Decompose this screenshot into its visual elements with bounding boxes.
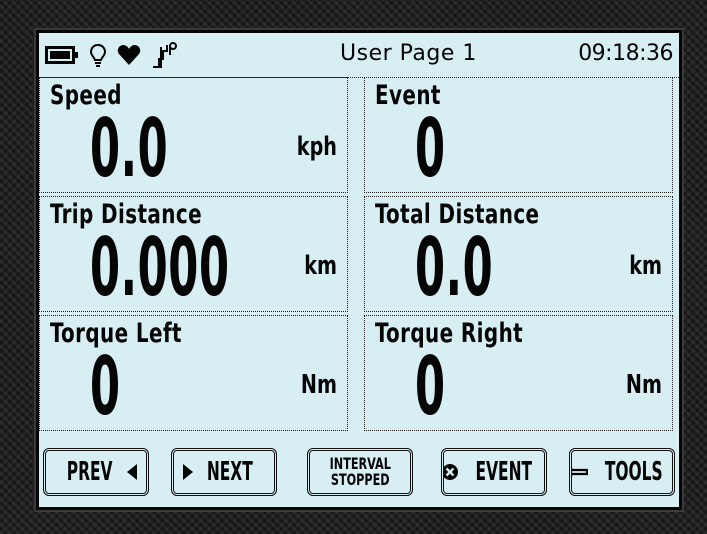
prev-button[interactable]: PREV: [43, 448, 149, 496]
interval-line-2: STOPPED: [330, 470, 390, 489]
tools-button-label: TOOLS: [605, 457, 663, 487]
field-unit: km: [629, 251, 662, 281]
next-button-label: NEXT: [207, 457, 253, 487]
field-unit: kph: [296, 132, 337, 162]
field-unit: km: [304, 251, 337, 281]
field-value: 0.0: [90, 102, 169, 193]
prev-button-content: PREV: [55, 457, 137, 487]
triangle-left-icon: [126, 464, 137, 480]
circle-x-icon: [444, 464, 459, 480]
triangle-right-icon: [183, 464, 194, 480]
field-value: 0: [415, 102, 446, 193]
field-trip-distance[interactable]: Trip Distance 0.000 km: [39, 196, 348, 312]
tools-button[interactable]: TOOLS: [569, 448, 675, 496]
next-button[interactable]: NEXT: [171, 448, 277, 496]
field-value: 0.0: [415, 221, 494, 312]
device-screen: User Page 1 09:18:36 Speed 0.0 kph Event…: [36, 30, 682, 510]
field-label: Torque Right: [375, 318, 524, 349]
clock: 09:18:36: [578, 41, 673, 66]
cadence-icon: [153, 42, 177, 68]
field-total-distance[interactable]: Total Distance 0.0 km: [364, 196, 673, 312]
field-event[interactable]: Event 0: [364, 77, 673, 193]
field-torque-right[interactable]: Torque Right 0 Nm: [364, 315, 673, 431]
wrench-icon: [572, 466, 589, 478]
prev-button-label: PREV: [67, 457, 113, 487]
interval-button[interactable]: INTERVAL STOPPED: [307, 448, 413, 496]
heart-icon: [117, 45, 141, 65]
field-torque-left[interactable]: Torque Left 0 Nm: [39, 315, 348, 431]
page-title: User Page 1: [340, 41, 477, 66]
field-value: 0.000: [90, 221, 230, 312]
field-unit: Nm: [625, 370, 662, 400]
event-button-label: EVENT: [475, 457, 533, 487]
status-bar: User Page 1 09:18:36: [39, 33, 679, 78]
bulb-icon: [89, 43, 107, 67]
field-value: 0: [415, 340, 446, 431]
tools-button-content: TOOLS: [572, 457, 672, 487]
status-icons: [45, 41, 179, 69]
field-unit: Nm: [300, 370, 337, 400]
event-button[interactable]: EVENT: [441, 448, 547, 496]
field-value: 0: [90, 340, 121, 431]
battery-icon: [45, 46, 78, 64]
interval-button-label: INTERVAL STOPPED: [329, 456, 390, 488]
event-button-content: EVENT: [444, 457, 544, 487]
next-button-content: NEXT: [183, 457, 265, 487]
field-speed[interactable]: Speed 0.0 kph: [39, 77, 348, 193]
